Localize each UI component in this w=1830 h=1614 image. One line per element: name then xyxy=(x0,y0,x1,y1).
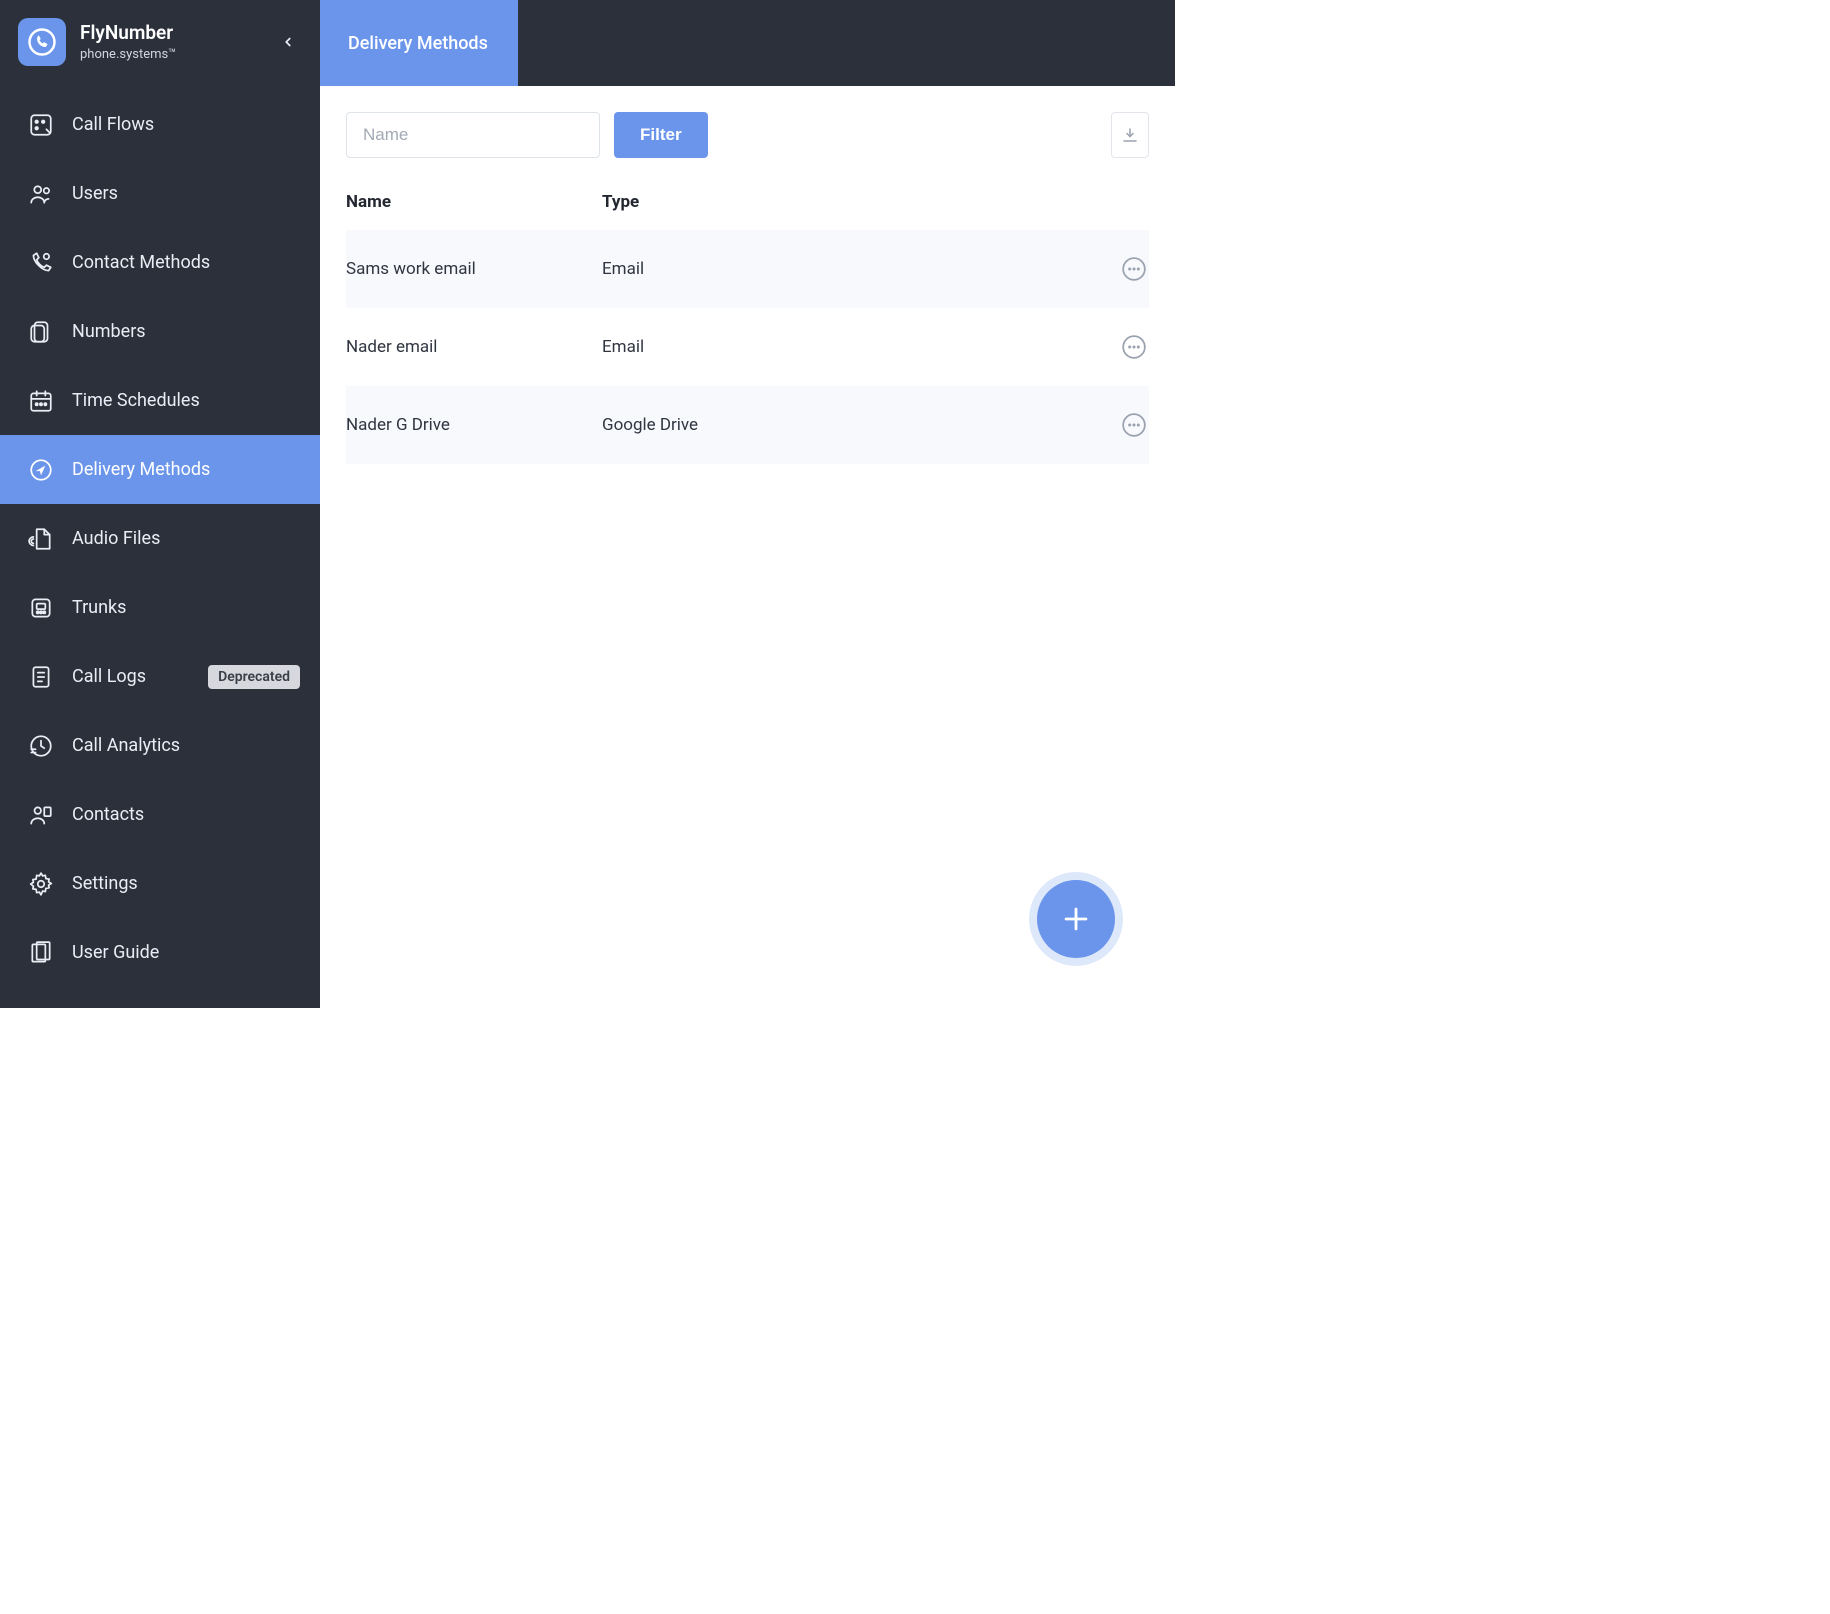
sidebar-item-trunks[interactable]: Trunks xyxy=(0,573,320,642)
sidebar-item-time-schedules[interactable]: Time Schedules xyxy=(0,366,320,435)
brand-text: FlyNumber phone.systems™ xyxy=(80,22,176,62)
sidebar-item-call-logs[interactable]: Call Logs Deprecated xyxy=(0,642,320,711)
call-analytics-icon xyxy=(26,731,56,761)
cell-type: Email xyxy=(602,259,1093,279)
sidebar: FlyNumber phone.systems™ Call Flows User… xyxy=(0,0,320,1008)
tab-label: Delivery Methods xyxy=(348,33,488,54)
delivery-methods-icon xyxy=(26,455,56,485)
sidebar-item-user-guide[interactable]: User Guide xyxy=(0,918,320,987)
column-header-name: Name xyxy=(346,192,602,212)
app-root: FlyNumber phone.systems™ Call Flows User… xyxy=(0,0,1175,1008)
cell-name: Sams work email xyxy=(346,259,602,279)
sidebar-item-label: Delivery Methods xyxy=(72,459,210,480)
brand-header: FlyNumber phone.systems™ xyxy=(0,0,320,84)
brand-subtitle: phone.systems™ xyxy=(80,47,176,63)
more-horizontal-icon xyxy=(1121,256,1147,282)
time-schedules-icon xyxy=(26,386,56,416)
delivery-methods-table: Name Type Sams work email Email xyxy=(346,192,1149,464)
column-header-actions xyxy=(1093,192,1149,212)
cell-name: Nader G Drive xyxy=(346,415,602,435)
filter-button[interactable]: Filter xyxy=(614,112,708,158)
sidebar-collapse-button[interactable] xyxy=(274,28,302,56)
sidebar-item-delivery-methods[interactable]: Delivery Methods xyxy=(0,435,320,504)
settings-icon xyxy=(26,869,56,899)
users-icon xyxy=(26,179,56,209)
phone-icon xyxy=(27,27,57,57)
call-logs-icon xyxy=(26,662,56,692)
deprecated-badge: Deprecated xyxy=(208,665,300,689)
sidebar-item-contact-methods[interactable]: Contact Methods xyxy=(0,228,320,297)
row-actions-button[interactable] xyxy=(1119,254,1149,284)
tab-delivery-methods[interactable]: Delivery Methods xyxy=(320,0,518,86)
main-area: Delivery Methods Filter Name Type xyxy=(320,0,1175,1008)
table-row[interactable]: Sams work email Email xyxy=(346,230,1149,308)
cell-type: Google Drive xyxy=(602,415,1093,435)
column-header-type: Type xyxy=(602,192,1093,212)
numbers-icon xyxy=(26,317,56,347)
table-row[interactable]: Nader G Drive Google Drive xyxy=(346,386,1149,464)
contacts-icon xyxy=(26,800,56,830)
content-area: Filter Name Type Sams work email Email xyxy=(320,86,1175,1008)
table-header: Name Type xyxy=(346,192,1149,230)
audio-files-icon xyxy=(26,524,56,554)
table-row[interactable]: Nader email Email xyxy=(346,308,1149,386)
user-guide-icon xyxy=(26,938,56,968)
more-horizontal-icon xyxy=(1121,412,1147,438)
sidebar-item-contacts[interactable]: Contacts xyxy=(0,780,320,849)
sidebar-nav: Call Flows Users Contact Methods Numbers xyxy=(0,84,320,987)
row-actions-button[interactable] xyxy=(1119,332,1149,362)
sidebar-item-label: Numbers xyxy=(72,321,146,342)
sidebar-item-numbers[interactable]: Numbers xyxy=(0,297,320,366)
sidebar-item-call-flows[interactable]: Call Flows xyxy=(0,90,320,159)
sidebar-item-label: Time Schedules xyxy=(72,390,200,411)
more-horizontal-icon xyxy=(1121,334,1147,360)
cell-name: Nader email xyxy=(346,337,602,357)
plus-icon xyxy=(1059,902,1093,936)
sidebar-item-label: Contact Methods xyxy=(72,252,210,273)
name-filter-input[interactable] xyxy=(346,112,600,158)
brand-logo xyxy=(18,18,66,66)
download-button[interactable] xyxy=(1111,112,1149,158)
sidebar-item-users[interactable]: Users xyxy=(0,159,320,228)
sidebar-item-label: Call Logs xyxy=(72,666,146,687)
sidebar-item-label: User Guide xyxy=(72,942,159,963)
sidebar-item-label: Call Flows xyxy=(72,114,154,135)
sidebar-item-audio-files[interactable]: Audio Files xyxy=(0,504,320,573)
contact-methods-icon xyxy=(26,248,56,278)
add-delivery-method-button[interactable] xyxy=(1037,880,1115,958)
sidebar-item-settings[interactable]: Settings xyxy=(0,849,320,918)
table-body: Sams work email Email Nader email Email xyxy=(346,230,1149,464)
top-bar: Delivery Methods xyxy=(320,0,1175,86)
sidebar-item-label: Users xyxy=(72,183,118,204)
chevron-left-icon xyxy=(281,35,295,49)
sidebar-item-label: Audio Files xyxy=(72,528,160,549)
call-flows-icon xyxy=(26,110,56,140)
sidebar-item-label: Trunks xyxy=(72,597,126,618)
download-icon xyxy=(1121,126,1139,144)
row-actions-button[interactable] xyxy=(1119,410,1149,440)
sidebar-item-label: Call Analytics xyxy=(72,735,180,756)
sidebar-item-call-analytics[interactable]: Call Analytics xyxy=(0,711,320,780)
trunks-icon xyxy=(26,593,56,623)
sidebar-item-label: Settings xyxy=(72,873,138,894)
filter-row: Filter xyxy=(346,112,1149,158)
cell-type: Email xyxy=(602,337,1093,357)
sidebar-item-label: Contacts xyxy=(72,804,144,825)
brand-title: FlyNumber xyxy=(80,22,176,45)
